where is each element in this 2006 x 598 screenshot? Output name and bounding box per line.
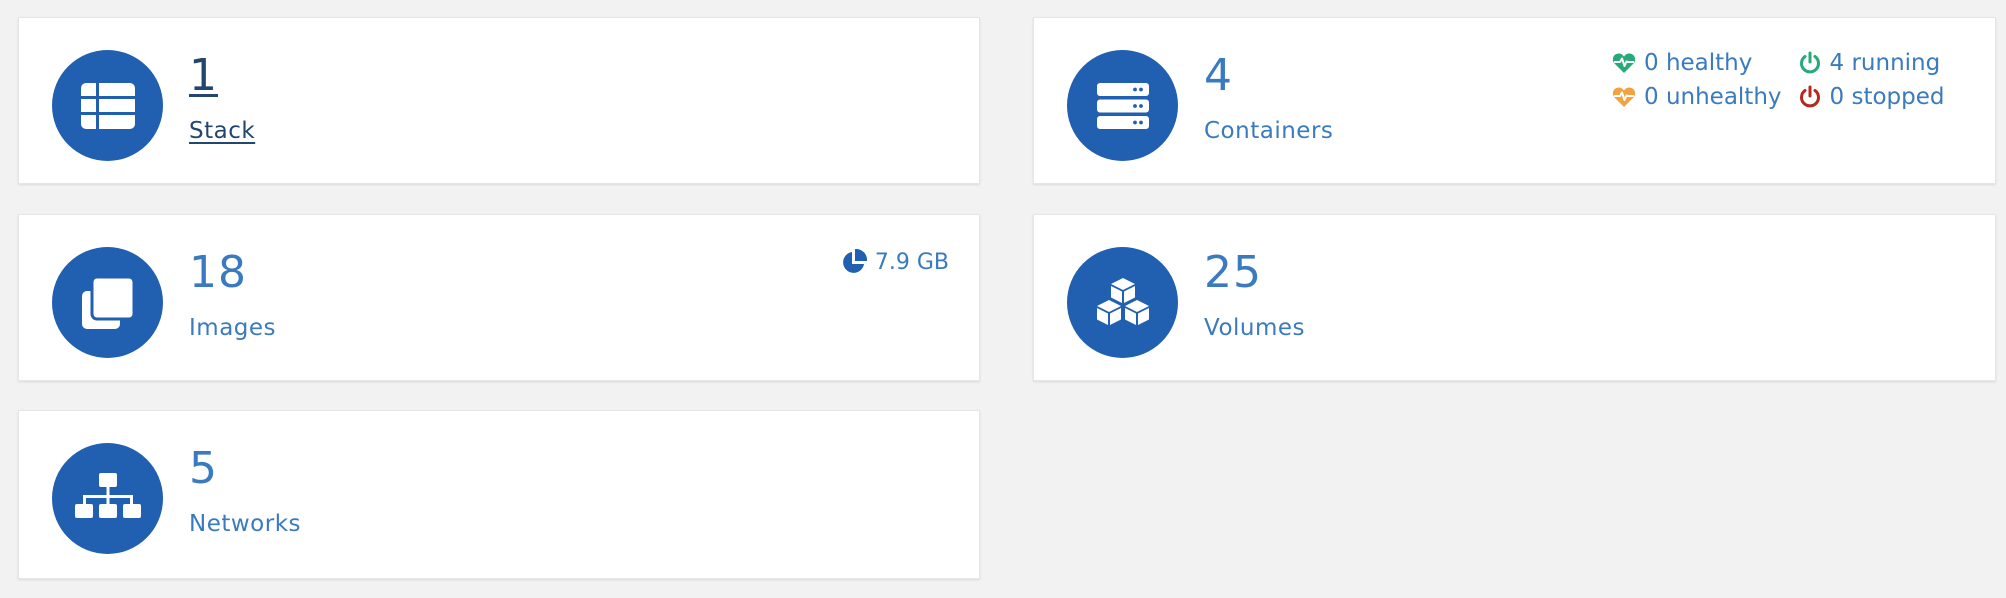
clone-icon — [81, 276, 134, 329]
images-icon-circle — [52, 247, 163, 358]
stack-icon-circle — [52, 50, 163, 161]
stopped-status: 0 stopped — [1798, 84, 1945, 110]
images-count: 18 — [189, 247, 247, 298]
containers-count: 4 — [1204, 50, 1233, 101]
list-table-icon — [80, 82, 135, 129]
sitemap-icon — [74, 472, 141, 518]
images-size-badge: 7.9 GB — [841, 249, 949, 275]
container-status-grid: 0 healthy 4 running 0 unhealthy 0 stoppe… — [1612, 50, 1945, 110]
stack-count[interactable]: 1 — [189, 54, 218, 98]
pie-chart-icon — [843, 249, 867, 273]
stopped-text: 0 stopped — [1829, 84, 1945, 110]
heartbeat-icon — [1612, 87, 1636, 107]
containers-icon-circle — [1067, 50, 1178, 161]
volumes-label: Volumes — [1204, 315, 1306, 341]
unhealthy-status: 0 unhealthy — [1612, 84, 1782, 110]
images-label: Images — [189, 315, 277, 341]
cubes-icon — [1096, 277, 1149, 325]
containers-card[interactable]: 4 Containers 0 healthy 4 running 0 unhea… — [1033, 17, 1996, 184]
containers-label: Containers — [1204, 118, 1334, 144]
power-icon — [1799, 85, 1820, 108]
networks-card[interactable]: 5 Networks — [18, 410, 980, 579]
unhealthy-text: 0 unhealthy — [1644, 84, 1782, 110]
stack-label[interactable]: Stack — [189, 120, 255, 143]
volumes-card[interactable]: 25 Volumes — [1033, 214, 1996, 381]
images-size-text: 7.9 GB — [874, 249, 949, 275]
running-text: 4 running — [1829, 50, 1941, 76]
stack-card[interactable]: 1 Stack — [18, 17, 980, 184]
heartbeat-icon — [1612, 53, 1636, 73]
networks-count: 5 — [189, 443, 218, 494]
healthy-text: 0 healthy — [1644, 50, 1753, 76]
running-status: 4 running — [1798, 50, 1945, 76]
networks-icon-circle — [52, 443, 163, 554]
healthy-status: 0 healthy — [1612, 50, 1782, 76]
server-icon — [1096, 82, 1149, 129]
power-icon — [1799, 51, 1820, 74]
volumes-icon-circle — [1067, 247, 1178, 358]
dashboard-grid: 1 Stack 4 Containers 0 healthy 4 running… — [0, 0, 2006, 598]
networks-label: Networks — [189, 511, 302, 537]
volumes-count: 25 — [1204, 247, 1262, 298]
images-card[interactable]: 18 Images 7.9 GB — [18, 214, 980, 381]
